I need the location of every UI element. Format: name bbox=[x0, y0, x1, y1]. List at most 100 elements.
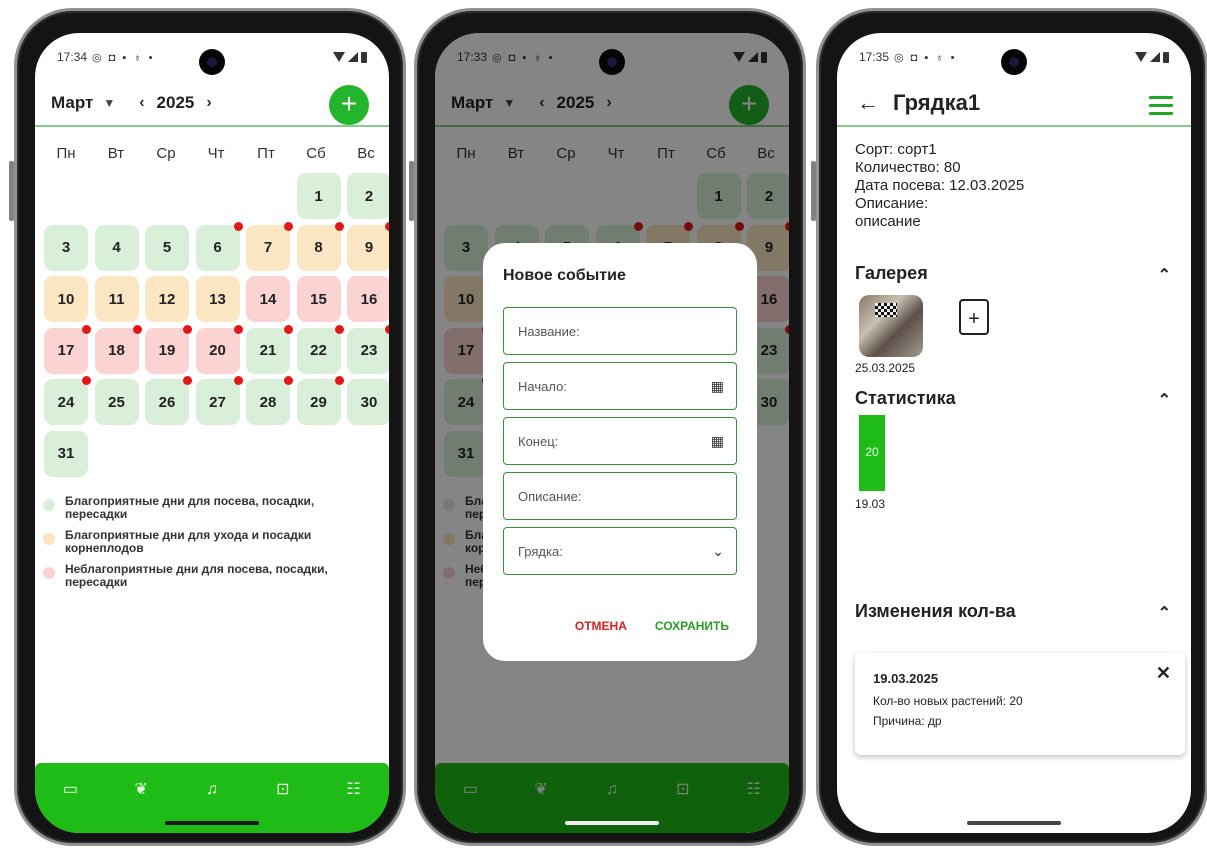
event-dot bbox=[233, 221, 243, 231]
people-icon[interactable]: ☷ bbox=[343, 779, 365, 801]
day-cell[interactable]: 23 bbox=[347, 324, 389, 374]
day-number: 5 bbox=[162, 239, 172, 256]
day-cell[interactable]: 25 bbox=[94, 379, 139, 425]
front-camera bbox=[199, 49, 225, 75]
day-cell[interactable]: 1 bbox=[296, 173, 341, 219]
day-cell[interactable]: 17 bbox=[44, 324, 91, 374]
day-cell[interactable]: 29 bbox=[296, 376, 344, 425]
day-cell[interactable]: 8 bbox=[296, 221, 344, 271]
day-cell[interactable]: 30 bbox=[347, 379, 389, 425]
status-time: 17:35 bbox=[859, 50, 890, 64]
event-dot bbox=[132, 324, 142, 334]
day-cell[interactable]: 18 bbox=[94, 324, 142, 374]
gallery-photo[interactable] bbox=[859, 295, 923, 357]
day-cell[interactable]: 14 bbox=[246, 276, 290, 322]
day-number: 23 bbox=[360, 342, 378, 359]
status-time: 17:34 bbox=[57, 50, 88, 64]
next-year-button[interactable]: › bbox=[206, 94, 211, 112]
home-indicator[interactable] bbox=[165, 821, 259, 825]
day-number: 31 bbox=[57, 445, 75, 462]
day-cell[interactable]: 22 bbox=[296, 324, 344, 374]
day-cell[interactable]: 2 bbox=[347, 173, 389, 219]
day-cell[interactable]: 16 bbox=[347, 276, 389, 322]
day-cell[interactable]: 21 bbox=[246, 324, 293, 374]
day-cell[interactable]: 24 bbox=[44, 376, 91, 425]
empty-cell bbox=[92, 173, 143, 225]
chevron-down-icon: ⌄ bbox=[712, 543, 724, 559]
day-cell[interactable]: 20 bbox=[195, 324, 243, 374]
day-cell[interactable]: 10 bbox=[44, 276, 88, 322]
day-cell[interactable]: 6 bbox=[195, 221, 243, 271]
home-indicator[interactable] bbox=[967, 821, 1061, 825]
page-title: Грядка1 bbox=[893, 90, 981, 115]
day-cell[interactable]: 5 bbox=[145, 224, 189, 271]
event-bed-label: Грядка: bbox=[518, 543, 563, 559]
empty-cell bbox=[41, 173, 92, 225]
weekday-label: Вт bbox=[107, 145, 125, 162]
sow-date-text: Дата посева: 12.03.2025 bbox=[855, 177, 1025, 194]
add-event-button[interactable]: + bbox=[329, 85, 369, 125]
event-end-label: Конец: bbox=[518, 433, 559, 449]
weekday-label: Ср bbox=[156, 145, 176, 162]
event-bed-select[interactable]: Грядка: ⌄ bbox=[503, 527, 737, 575]
event-end-field[interactable]: Конец: ▦ bbox=[503, 417, 737, 465]
calendar-picker-icon[interactable]: ▦ bbox=[711, 378, 724, 395]
day-number: 21 bbox=[259, 342, 277, 359]
description-value: описание bbox=[855, 213, 921, 230]
bed-info: Сорт: сорт1 Количество: 80 Дата посева: … bbox=[855, 141, 1024, 231]
event-dot bbox=[82, 376, 91, 385]
day-cell[interactable]: 9 bbox=[347, 221, 389, 271]
day-number: 24 bbox=[57, 393, 75, 411]
save-button[interactable]: СОХРАНИТЬ bbox=[655, 619, 729, 633]
event-dot bbox=[334, 376, 344, 385]
day-cell[interactable]: 11 bbox=[94, 276, 139, 322]
download-box-icon[interactable]: ⊡ bbox=[272, 779, 294, 801]
add-photo-icon[interactable]: + bbox=[959, 299, 989, 335]
day-number: 1 bbox=[314, 187, 323, 205]
day-cell[interactable]: 26 bbox=[145, 376, 192, 425]
day-cell[interactable]: 28 bbox=[246, 376, 293, 425]
event-dot bbox=[334, 324, 344, 334]
close-icon[interactable]: ✕ bbox=[1156, 663, 1171, 684]
calendar-icon[interactable]: ▭ bbox=[59, 779, 81, 801]
back-arrow-icon[interactable]: ← bbox=[857, 90, 879, 116]
day-cell[interactable]: 7 bbox=[246, 221, 293, 271]
day-number: 16 bbox=[360, 290, 378, 308]
calendar-picker-icon[interactable]: ▦ bbox=[711, 433, 724, 450]
event-description-label: Описание: bbox=[518, 488, 582, 504]
weekday-label: Пн bbox=[56, 145, 76, 162]
prev-year-button[interactable]: ‹ bbox=[139, 94, 144, 112]
weekday-row: Пн Вт Ср Чт Пт Сб Вс bbox=[41, 145, 389, 162]
chevron-up-icon[interactable]: ⌃ bbox=[1158, 390, 1171, 410]
signal-icon bbox=[1150, 52, 1160, 62]
month-selector[interactable]: Март bbox=[51, 93, 93, 113]
event-dot bbox=[183, 376, 192, 385]
event-description-field[interactable]: Описание: bbox=[503, 472, 737, 520]
chevron-up-icon[interactable]: ⌃ bbox=[1158, 265, 1171, 285]
phone-bed-details: 17:35 ◎ ◘ ▪ ♁ • ← Грядка1 Сорт: сорт1 Ко… bbox=[811, 8, 1207, 846]
day-number: 17 bbox=[57, 342, 75, 359]
calendar-screen: 17:34 ◎ ◘ ▪ ♁ • Март ▼ ‹ 2025 › + Пн Вт Ср… bbox=[35, 33, 389, 833]
day-cell[interactable]: 13 bbox=[195, 276, 240, 322]
day-cell[interactable]: 12 bbox=[145, 276, 189, 322]
day-number: 8 bbox=[314, 239, 323, 256]
menu-icon[interactable] bbox=[1149, 96, 1173, 120]
home-indicator[interactable] bbox=[565, 821, 659, 825]
day-cell[interactable]: 27 bbox=[195, 376, 243, 425]
bell-icon[interactable]: ♫ bbox=[201, 779, 223, 801]
day-cell[interactable]: 15 bbox=[296, 276, 341, 322]
day-cell[interactable]: 4 bbox=[94, 224, 139, 271]
chevron-down-icon[interactable]: ▼ bbox=[103, 96, 115, 110]
day-number: 22 bbox=[310, 342, 327, 359]
day-cell[interactable]: 3 bbox=[44, 224, 88, 271]
legend-text: Благоприятные дни для посева, посадки, п… bbox=[65, 494, 315, 521]
event-name-field[interactable]: Название: bbox=[503, 307, 737, 355]
chevron-up-icon[interactable]: ⌃ bbox=[1158, 603, 1171, 623]
event-dot bbox=[82, 324, 91, 334]
change-reason: Причина: др bbox=[873, 714, 942, 728]
day-cell[interactable]: 19 bbox=[145, 324, 192, 374]
cancel-button[interactable]: ОТМЕНА bbox=[575, 619, 627, 633]
plant-icon[interactable]: ❦ bbox=[130, 779, 152, 801]
day-cell[interactable]: 31 bbox=[44, 430, 88, 477]
event-start-field[interactable]: Начало: ▦ bbox=[503, 362, 737, 410]
